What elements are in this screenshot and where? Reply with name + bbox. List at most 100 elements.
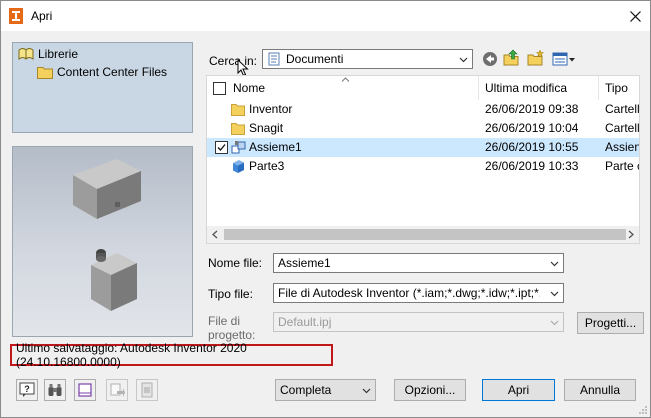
last-saved-status: Ultimo salvataggio: Autodesk Inventor 20… <box>10 341 333 369</box>
scroll-right-icon[interactable] <box>627 230 635 239</box>
project-label-line2: progetto: <box>208 328 256 342</box>
file-name: Snagit <box>249 121 284 135</box>
libraries-panel: Librerie Content Center Files <box>12 42 193 133</box>
project-file-value: Default.ipj <box>278 315 332 329</box>
svg-text:?: ? <box>24 384 30 394</box>
quick-launch-button[interactable] <box>74 379 96 401</box>
filetype-label: Tipo file: <box>208 287 253 301</box>
file-modified: 26/06/2019 10:55 <box>485 140 579 154</box>
filetype-value: File di Autodesk Inventor (*.iam;*.dwg;*… <box>278 286 540 300</box>
scrollbar-thumb[interactable] <box>224 229 626 240</box>
chevron-down-icon[interactable] <box>550 259 559 268</box>
file-type: Assien <box>605 140 639 154</box>
list-item[interactable]: Parte3 26/06/2019 10:33 Parte c <box>207 157 639 176</box>
back-button[interactable] <box>481 50 499 68</box>
list-item[interactable]: Inventor 26/06/2019 09:38 Cartell <box>207 100 639 119</box>
view-file-button <box>136 379 158 401</box>
open-button[interactable]: Apri <box>482 379 555 401</box>
scroll-left-icon[interactable] <box>211 230 219 239</box>
options-button[interactable]: Opzioni... <box>394 379 466 401</box>
open-button-label: Apri <box>507 383 530 397</box>
open-dialog: Apri Librerie Content Center Files Cerca… <box>0 0 651 418</box>
column-header-type-label: Tipo <box>605 81 628 95</box>
documents-folder-icon <box>268 52 280 66</box>
replace-button <box>106 379 128 401</box>
binoculars-icon <box>48 384 62 396</box>
horizontal-scrollbar[interactable] <box>207 226 639 243</box>
file-type: Cartell <box>605 121 639 135</box>
replace-icon <box>110 383 125 397</box>
last-saved-text: Ultimo salvataggio: Autodesk Inventor 20… <box>16 341 247 369</box>
row-checkbox[interactable] <box>215 141 228 154</box>
search-location-value: Documenti <box>286 52 344 66</box>
column-header-modified-label: Ultima modifica <box>485 81 568 95</box>
column-header-type[interactable]: Tipo <box>599 76 639 100</box>
up-folder-icon <box>503 49 519 66</box>
folder-icon <box>231 123 245 135</box>
file-modified: 26/06/2019 10:04 <box>485 121 579 135</box>
list-item-selected[interactable]: Assieme1 26/06/2019 10:55 Assien <box>207 138 639 157</box>
file-type: Parte c <box>605 159 639 173</box>
folder-icon <box>231 104 245 116</box>
column-header-name-label: Nome <box>233 81 266 95</box>
close-icon <box>629 10 641 22</box>
assembly-preview-image <box>73 159 141 311</box>
file-type: Cartell <box>605 102 639 116</box>
library-root-label: Librerie <box>38 47 79 61</box>
library-root[interactable]: Librerie <box>18 47 78 61</box>
projects-button-label: Progetti... <box>584 316 637 330</box>
library-child-label: Content Center Files <box>57 65 168 79</box>
file-list[interactable]: Nome Ultima modifica Tipo Inventor 26/06… <box>206 75 640 244</box>
assembly-icon <box>231 141 246 154</box>
view-menu-button[interactable] <box>551 50 577 68</box>
help-button[interactable]: ? <box>16 379 38 401</box>
filename-combo[interactable]: Assieme1 <box>273 253 564 273</box>
search-label: Cerca in: <box>209 54 258 68</box>
list-item[interactable]: Snagit 26/06/2019 10:04 Cartell <box>207 119 639 138</box>
select-all-checkbox[interactable] <box>213 81 226 95</box>
mode-select[interactable]: Completa <box>275 379 376 401</box>
chevron-down-icon <box>362 388 371 394</box>
folder-icon <box>37 66 53 79</box>
document-frame-icon <box>78 383 92 397</box>
filename-value: Assieme1 <box>278 256 331 270</box>
column-header-modified[interactable]: Ultima modifica <box>479 76 599 100</box>
library-icon <box>18 48 34 60</box>
view-menu-icon <box>552 52 575 66</box>
checkmark-icon <box>217 144 226 151</box>
cancel-button-label: Annulla <box>579 383 621 397</box>
library-content-center[interactable]: Content Center Files <box>37 65 167 79</box>
chevron-down-icon <box>459 57 468 63</box>
preview-pane <box>12 146 193 337</box>
mode-value: Completa <box>280 383 332 397</box>
file-name: Assieme1 <box>249 140 302 154</box>
inventor-app-icon <box>9 8 23 24</box>
file-modified: 26/06/2019 09:38 <box>485 102 579 116</box>
find-button[interactable] <box>44 379 66 401</box>
file-modified: 26/06/2019 10:33 <box>485 159 579 173</box>
file-name: Inventor <box>249 102 293 116</box>
search-location-combo[interactable]: Documenti <box>262 49 473 69</box>
view-file-icon <box>141 382 153 398</box>
help-icon: ? <box>19 382 35 397</box>
project-file-select: Default.ipj <box>273 312 564 332</box>
chevron-down-icon <box>550 320 559 326</box>
cancel-button[interactable]: Annulla <box>564 379 636 401</box>
projects-button[interactable]: Progetti... <box>577 312 644 334</box>
file-name: Parte3 <box>249 159 285 173</box>
back-arrow-icon <box>483 52 497 66</box>
part-icon <box>233 160 244 173</box>
column-header-name[interactable]: Nome <box>207 76 479 100</box>
new-folder-button[interactable] <box>527 49 545 67</box>
up-folder-button[interactable] <box>503 49 521 67</box>
filename-label: Nome file: <box>208 256 263 270</box>
resize-grip-icon[interactable] <box>638 405 648 415</box>
project-label-line1: File di <box>208 314 241 328</box>
options-button-label: Opzioni... <box>404 383 456 397</box>
new-folder-icon <box>527 49 545 66</box>
window-title: Apri <box>31 9 53 23</box>
title-bar: Apri <box>1 1 650 31</box>
close-button[interactable] <box>620 1 650 31</box>
chevron-down-icon <box>550 291 559 297</box>
filetype-select[interactable]: File di Autodesk Inventor (*.iam;*.dwg;*… <box>273 283 564 303</box>
